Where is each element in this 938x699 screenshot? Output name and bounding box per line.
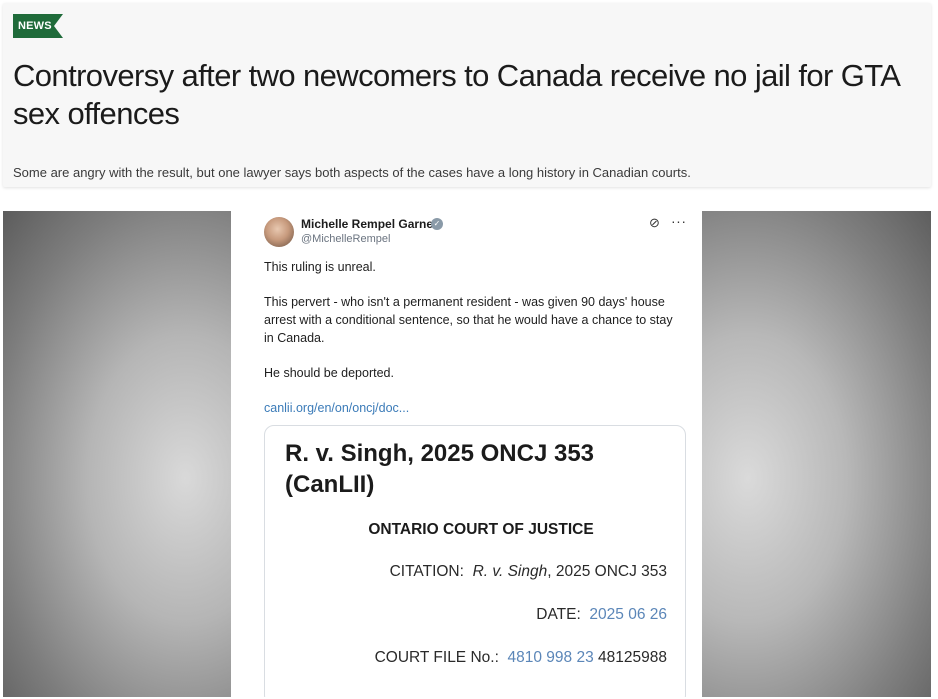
grok-icon[interactable]: ⊘	[649, 215, 660, 231]
more-options-icon[interactable]: ···	[671, 213, 687, 229]
article-subhead: Some are angry with the result, but one …	[13, 165, 691, 180]
link-preview-card[interactable]: R. v. Singh, 2025 ONCJ 353 (CanLII) ONTA…	[264, 425, 686, 697]
tweet-paragraph: This pervert - who isn't a permanent res…	[264, 295, 673, 345]
embedded-tweet-image: Michelle Rempel Garner ✓ @MichelleRempel…	[3, 211, 931, 697]
tweet-author-name[interactable]: Michelle Rempel Garner	[301, 217, 438, 231]
news-tag[interactable]: NEWS	[13, 14, 63, 38]
court-file-value-highlight: 4810 998 23	[507, 649, 594, 666]
citation-row: CITATION: R. v. Singh, 2025 ONCJ 353	[390, 563, 667, 581]
article-header: NEWS Controversy after two newcomers to …	[3, 3, 931, 187]
case-title: R. v. Singh, 2025 ONCJ 353 (CanLII)	[285, 440, 595, 498]
citation-case: R. v. Singh	[472, 563, 548, 580]
verified-badge-icon: ✓	[431, 218, 443, 230]
blurred-background-left	[3, 211, 231, 697]
article-headline: Controversy after two newcomers to Canad…	[13, 58, 899, 131]
court-file-value: 48125988	[598, 649, 667, 666]
date-value: 2025 06 26	[589, 606, 667, 623]
tweet: Michelle Rempel Garner ✓ @MichelleRempel…	[231, 211, 702, 697]
citation-label: CITATION:	[389, 563, 464, 580]
court-file-row: COURT FILE No.: 4810 998 23 48125988	[375, 649, 667, 667]
court-file-label: COURT FILE No.:	[374, 649, 499, 666]
tweet-paragraph: This ruling is unreal.	[264, 260, 376, 274]
citation-rest: , 2025 ONCJ 353	[547, 563, 667, 580]
avatar[interactable]	[264, 217, 294, 247]
tweet-paragraph: He should be deported.	[264, 366, 394, 380]
date-row: DATE: 2025 06 26	[536, 606, 667, 624]
blurred-background-right	[702, 211, 931, 697]
tweet-text: This ruling is unreal. This pervert - wh…	[264, 258, 684, 399]
tweet-author-handle[interactable]: @MichelleRempel	[301, 233, 390, 245]
court-name: ONTARIO COURT OF JUSTICE	[368, 521, 594, 538]
tweet-link[interactable]: canlii.org/en/on/oncj/doc...	[264, 401, 409, 415]
date-label: DATE:	[536, 606, 581, 623]
